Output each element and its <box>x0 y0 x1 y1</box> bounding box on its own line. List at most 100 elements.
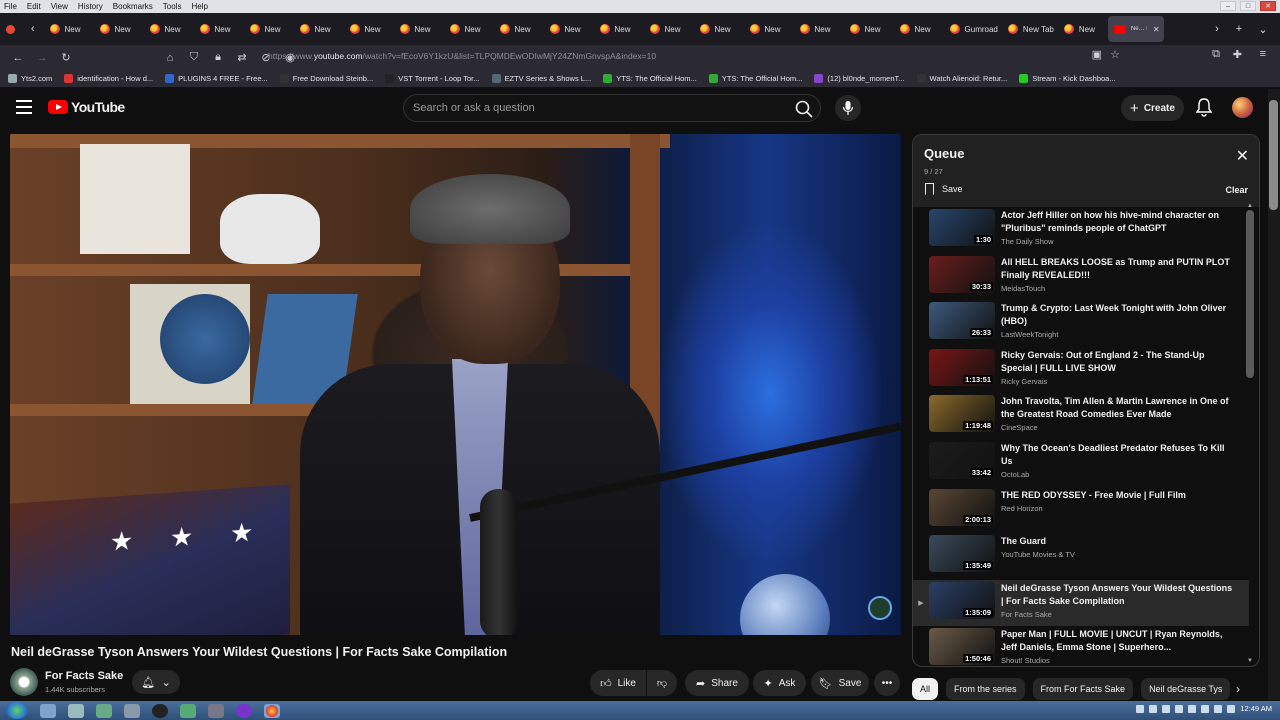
queue-thumbnail[interactable]: 30:33 <box>929 255 995 293</box>
browser-tab[interactable]: New <box>344 16 394 42</box>
queue-scroll-down-icon[interactable]: ▼ <box>1247 658 1253 664</box>
browser-tab[interactable]: New <box>794 16 844 42</box>
more-actions-button[interactable]: ••• <box>874 670 900 696</box>
hamburger-menu-icon[interactable] <box>16 100 32 114</box>
account-avatar[interactable] <box>1232 97 1253 118</box>
channel-avatar[interactable] <box>10 668 38 696</box>
browser-tab-active[interactable]: Ne… Pl… ✕ <box>1107 16 1164 42</box>
browser-tab[interactable]: New <box>544 16 594 42</box>
os-menu-item[interactable]: Help <box>191 2 207 11</box>
tray-icon[interactable] <box>1188 704 1197 713</box>
queue-item-title[interactable]: Ricky Gervais: Out of England 2 - The St… <box>1001 349 1233 375</box>
tray-icon[interactable] <box>1136 704 1145 713</box>
bookmark-item[interactable]: Stream - Kick Dashboa... <box>1019 74 1116 83</box>
url-bar[interactable]: https://www.youtube.com/watch?v=fEcoV6Y1… <box>268 51 656 61</box>
bookmark-item[interactable]: (12) bl0nde_momenT... <box>814 74 905 83</box>
browser-tab[interactable]: New <box>144 16 194 42</box>
queue-item-title[interactable]: John Travolta, Tim Allen & Martin Lawren… <box>1001 395 1233 421</box>
browser-tab[interactable]: New <box>1058 16 1108 42</box>
notifications-bell-icon[interactable] <box>1195 97 1213 117</box>
queue-scrollbar[interactable] <box>1246 210 1254 378</box>
os-menu-item[interactable]: View <box>51 2 68 11</box>
filter-chip[interactable]: All <box>912 678 939 700</box>
maximize-button[interactable]: □ <box>1240 1 1256 11</box>
clock[interactable]: 12:49 AM <box>1240 704 1272 713</box>
bookmark-item[interactable]: Yts2.com <box>8 74 52 83</box>
subscription-bell-button[interactable]: 🔔︎ ⌄ <box>132 670 180 694</box>
queue-thumbnail[interactable]: 2:00:13 <box>929 488 995 526</box>
browser-tab[interactable]: New <box>294 16 344 42</box>
filter-chip[interactable]: From For Facts Sake <box>1032 678 1134 700</box>
tray-icon[interactable] <box>1201 704 1210 713</box>
filter-chip[interactable]: From the series <box>946 678 1025 700</box>
browser-tab[interactable]: New <box>644 16 694 42</box>
app-icon[interactable] <box>124 703 140 718</box>
addon-icon[interactable]: ✚ <box>1233 48 1242 61</box>
queue-item[interactable]: 1:35:49 The Guard YouTube Movies & TV <box>913 533 1249 580</box>
voice-search-button[interactable] <box>835 95 861 121</box>
bookmark-item[interactable]: Watch Alienoid: Retur... <box>916 74 1007 83</box>
home-icon[interactable]: ⌂ <box>160 48 180 68</box>
os-menu-item[interactable]: Tools <box>163 2 182 11</box>
queue-item-title[interactable]: Trump & Crypto: Last Week Tonight with J… <box>1001 302 1233 328</box>
new-tab-icon[interactable]: + <box>1228 16 1250 42</box>
bookmark-item[interactable]: PLUGINS 4 FREE - Free... <box>165 74 268 83</box>
browser-tab[interactable]: New <box>494 16 544 42</box>
app-icon[interactable] <box>236 703 252 718</box>
tray-icon[interactable] <box>1162 704 1171 713</box>
queue-save-button[interactable]: Save <box>925 183 963 195</box>
browser-tab[interactable]: New <box>244 16 294 42</box>
channel-name[interactable]: For Facts Sake <box>45 670 123 682</box>
bookmark-item[interactable]: YTS: The Official Hom... <box>603 74 697 83</box>
queue-item[interactable]: 1:19:48 John Travolta, Tim Allen & Martin… <box>913 393 1249 440</box>
os-menu-item[interactable]: History <box>78 2 103 11</box>
app-icon[interactable] <box>208 703 224 718</box>
tray-icon[interactable] <box>1149 704 1158 713</box>
browser-tab[interactable]: New Tab <box>1002 16 1058 42</box>
filter-chip[interactable]: Neil deGrasse Tys <box>1141 678 1231 700</box>
queue-item-title[interactable]: THE RED ODYSSEY - Free Movie | Full Film <box>1001 489 1233 502</box>
reload-icon[interactable]: ↻ <box>56 48 76 68</box>
queue-item[interactable]: 1:50:46 Paper Man | FULL MOVIE | UNCUT | … <box>913 626 1249 666</box>
tab-scroll-left-icon[interactable]: ‹ <box>22 16 44 42</box>
browser-tab[interactable]: New <box>394 16 444 42</box>
browser-tab[interactable]: New <box>594 16 644 42</box>
browser-tab[interactable]: New <box>94 16 144 42</box>
app-icon[interactable] <box>96 703 112 718</box>
bookmark-item[interactable]: YTS: The Official Hom... <box>708 74 802 83</box>
queue-item-title[interactable]: All HELL BREAKS LOOSE as Trump and PUTIN… <box>1001 256 1233 282</box>
browser-tab[interactable]: New <box>844 16 894 42</box>
firefox-taskbar-icon[interactable] <box>264 703 280 718</box>
lock-icon[interactable]: 🔒︎ <box>208 48 228 68</box>
queue-item[interactable]: 2:00:13 THE RED ODYSSEY - Free Movie | Fu… <box>913 487 1249 534</box>
queue-item[interactable]: 30:33 All HELL BREAKS LOOSE as Trump and … <box>913 254 1249 301</box>
tray-icon[interactable] <box>1214 704 1223 713</box>
queue-thumbnail[interactable]: 1:50:46 <box>929 628 995 666</box>
page-scrollbar[interactable] <box>1269 100 1278 210</box>
queue-thumbnail[interactable]: 1:19:48 <box>929 395 995 433</box>
app-icon[interactable] <box>180 703 196 718</box>
bookmark-item[interactable]: identification - How d... <box>64 74 153 83</box>
back-icon[interactable]: ← <box>8 48 28 68</box>
queue-clear-button[interactable]: Clear <box>1225 185 1248 195</box>
queue-thumbnail[interactable]: 33:42 <box>929 441 995 479</box>
create-button[interactable]: + Create <box>1121 95 1184 121</box>
queue-item-title[interactable]: Neil deGrasse Tyson Answers Your Wildest… <box>1001 582 1233 608</box>
queue-item[interactable]: 1:13:51 Ricky Gervais: Out of England 2 -… <box>913 347 1249 394</box>
browser-tab[interactable]: New <box>194 16 244 42</box>
os-menu-item[interactable]: Bookmarks <box>113 2 153 11</box>
tray-icon[interactable] <box>1175 704 1184 713</box>
minimize-button[interactable]: – <box>1220 1 1236 11</box>
browser-tab[interactable]: New <box>44 16 94 42</box>
queue-thumbnail[interactable]: 1:13:51 <box>929 348 995 386</box>
tab-overflow-icon[interactable]: ⌄ <box>1252 16 1274 42</box>
queue-thumbnail[interactable]: 1:35:09 <box>929 581 995 619</box>
browser-tab[interactable]: New <box>444 16 494 42</box>
queue-item[interactable]: ▶ 1:35:09 Neil deGrasse Tyson Answers Your… <box>913 579 1249 627</box>
search-icon[interactable] <box>794 99 814 119</box>
video-player[interactable]: ★ ★ ★ <box>10 134 901 635</box>
close-icon[interactable]: ✕ <box>1236 146 1249 166</box>
explorer-icon[interactable] <box>40 703 56 718</box>
queue-item-title[interactable]: Paper Man | FULL MOVIE | UNCUT | Ryan Re… <box>1001 628 1233 654</box>
reader-view-icon[interactable]: ▣ <box>1092 48 1102 61</box>
